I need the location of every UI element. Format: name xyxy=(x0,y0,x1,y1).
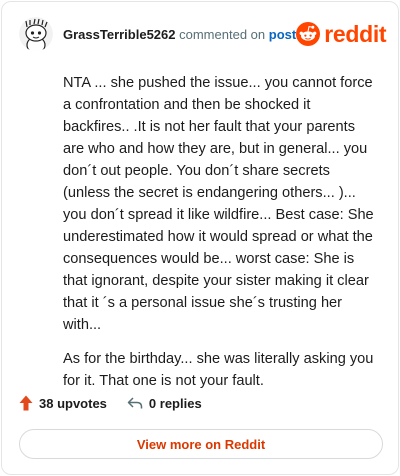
user-avatar[interactable] xyxy=(19,17,53,51)
reply-arrow-icon xyxy=(127,397,143,409)
comment-stats: 38 upvotes 0 replies xyxy=(19,395,222,411)
snoo-avatar-icon xyxy=(19,17,53,51)
comment-meta: GrassTerrible5262 commented on post xyxy=(63,27,296,42)
reddit-brand[interactable]: reddit xyxy=(296,20,387,48)
comment-header: GrassTerrible5262 commented on post redd… xyxy=(19,16,387,52)
post-link[interactable]: post xyxy=(269,27,296,42)
comment-body: NTA ... she pushed the issue... you cann… xyxy=(63,72,380,404)
reddit-logo-icon xyxy=(296,22,321,46)
username-link[interactable]: GrassTerrible5262 xyxy=(63,27,176,42)
upvote-button[interactable]: 38 upvotes xyxy=(19,395,107,411)
upvote-arrow-icon xyxy=(19,395,33,411)
action-text: commented on xyxy=(179,26,266,42)
reply-button[interactable]: 0 replies xyxy=(127,396,202,411)
comment-paragraph: As for the birthday... she was literally… xyxy=(63,351,374,389)
upvote-count: 38 upvotes xyxy=(39,395,107,411)
comment-card: GrassTerrible5262 commented on post redd… xyxy=(1,1,399,475)
reply-count: 0 replies xyxy=(148,395,202,411)
view-more-button[interactable]: View more on Reddit xyxy=(19,429,383,459)
reddit-wordmark: reddit xyxy=(324,20,387,47)
comment-paragraph: NTA ... she pushed the issue... you cann… xyxy=(63,75,374,333)
